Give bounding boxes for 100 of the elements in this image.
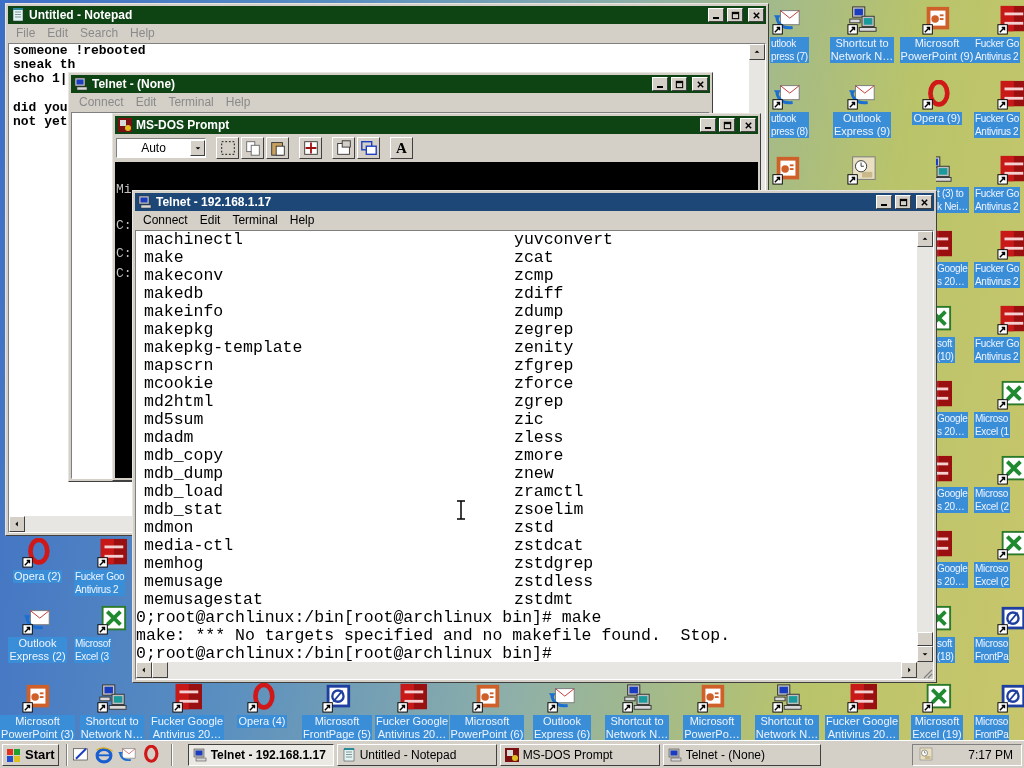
icon-label[interactable]: Shortcut to Network N…: [829, 37, 895, 63]
icon-label[interactable]: Google s 20…: [936, 487, 969, 513]
icon-label[interactable]: Shortcut to Network N…: [79, 715, 145, 741]
computer-icon[interactable]: [73, 76, 89, 92]
icon-label[interactable]: Microso Excel (2: [974, 487, 1010, 513]
spreadsheet-icon[interactable]: [996, 380, 1024, 410]
icon-label[interactable]: utlook press (8): [770, 112, 809, 138]
computers-icon[interactable]: [96, 683, 128, 713]
scroll-down-button[interactable]: [917, 646, 933, 662]
font-button[interactable]: A: [390, 137, 413, 159]
menu-item[interactable]: Help: [283, 212, 321, 229]
striped-tile-icon[interactable]: [396, 683, 428, 713]
title-bar[interactable]: Telnet - 192.168.1.17: [135, 193, 934, 211]
icon-label[interactable]: Microsoft PowerPo…: [683, 715, 741, 741]
icon-label[interactable]: utlook press (7): [770, 37, 809, 63]
taskbar-button[interactable]: MS-DOS Prompt: [499, 743, 660, 766]
striped-tile-icon[interactable]: [996, 305, 1024, 335]
scroll-thumb[interactable]: [152, 662, 168, 678]
icon-label[interactable]: Fucker Go Antivirus 2: [974, 337, 1020, 363]
clock-icon[interactable]: [846, 155, 878, 185]
icon-label[interactable]: Google s 20…: [936, 412, 969, 438]
title-bar[interactable]: MS-DOS Prompt: [115, 116, 758, 134]
icon-label[interactable]: Microso FrontPa: [974, 715, 1010, 741]
minimize-button[interactable]: [652, 77, 668, 91]
icon-label[interactable]: Google s 20…: [936, 262, 969, 288]
striped-tile-icon[interactable]: [171, 683, 203, 713]
menu-item[interactable]: Edit: [193, 212, 227, 229]
striped-tile-icon[interactable]: [846, 683, 878, 713]
striped-tile-icon[interactable]: [996, 230, 1024, 260]
icon-label[interactable]: Microsoft Excel (19): [911, 715, 963, 741]
title-bar[interactable]: Untitled - Notepad: [8, 6, 766, 24]
menu-item[interactable]: Terminal: [226, 212, 284, 229]
icon-label[interactable]: Microso Excel (2: [974, 562, 1010, 588]
icon-label[interactable]: Fucker Google Antivirus 20…: [374, 715, 450, 741]
striped-tile-icon[interactable]: [96, 538, 128, 568]
icon-label[interactable]: Shortcut to Network N…: [604, 715, 670, 741]
close-button[interactable]: [916, 195, 932, 209]
icon-label[interactable]: Microsof Excel (3: [74, 637, 112, 663]
icon-label[interactable]: Outlook Express (9): [832, 112, 892, 138]
scroll-thumb[interactable]: [917, 632, 933, 646]
icon-label[interactable]: Opera (9): [912, 112, 962, 125]
ring-icon[interactable]: [246, 683, 278, 713]
scroll-up-button[interactable]: [917, 231, 933, 247]
striped-tile-icon[interactable]: [996, 155, 1024, 185]
notepad-icon[interactable]: [10, 7, 26, 23]
spreadsheet-icon[interactable]: [921, 683, 953, 713]
spreadsheet-icon[interactable]: [996, 455, 1024, 485]
spreadsheet-icon[interactable]: [996, 530, 1024, 560]
scroll-right-button[interactable]: [901, 662, 917, 678]
icon-label[interactable]: Microsoft PowerPoint (3): [0, 715, 75, 741]
fullscreen-button[interactable]: [299, 137, 322, 159]
telnet-window[interactable]: [132, 190, 937, 683]
icon-label[interactable]: Microsoft PowerPoint (6): [449, 715, 525, 741]
icon-label[interactable]: Fucker Go Antivirus 2: [974, 262, 1020, 288]
terminal-area[interactable]: [136, 231, 917, 662]
icon-label[interactable]: Fucker Go Antivirus 2: [974, 187, 1020, 213]
ring-icon[interactable]: [921, 80, 953, 110]
icon-label[interactable]: Google s 20…: [936, 562, 969, 588]
maximize-button[interactable]: [671, 77, 687, 91]
horizontal-scrollbar[interactable]: [136, 662, 917, 679]
maximize-button[interactable]: [727, 8, 743, 22]
icon-label[interactable]: Opera (2): [12, 570, 63, 583]
scroll-left-button[interactable]: [9, 516, 25, 532]
icon-label[interactable]: Fucker Google Antivirus 20…: [149, 715, 225, 741]
page-icon[interactable]: [321, 683, 353, 713]
computers-icon[interactable]: [771, 683, 803, 713]
close-button[interactable]: [692, 77, 708, 91]
scroll-left-button[interactable]: [136, 662, 152, 678]
striped-tile-icon[interactable]: [996, 5, 1024, 35]
icon-label[interactable]: Fucker Google Antivirus 20…: [824, 715, 900, 741]
properties-button[interactable]: [332, 137, 355, 159]
spreadsheet-icon[interactable]: [96, 605, 128, 635]
close-button[interactable]: [740, 118, 756, 132]
icon-label[interactable]: Opera (4): [237, 715, 287, 728]
icon-label[interactable]: Outlook Express (6): [532, 715, 592, 741]
mark-button[interactable]: [216, 137, 239, 159]
font-size-select[interactable]: Auto: [116, 138, 206, 158]
maximize-button[interactable]: [895, 195, 911, 209]
ring-icon[interactable]: [21, 538, 53, 568]
browser-icon[interactable]: [93, 744, 114, 765]
dos-icon[interactable]: [117, 117, 133, 133]
menu-item[interactable]: Connect: [137, 212, 194, 229]
icon-label[interactable]: Outlook Express (2): [8, 637, 67, 663]
minimize-button[interactable]: [700, 118, 716, 132]
icon-label[interactable]: t (3) to k Nei…: [936, 187, 969, 213]
minimize-button[interactable]: [708, 8, 724, 22]
maximize-button[interactable]: [719, 118, 735, 132]
taskbar-button[interactable]: Telnet - 192.168.1.17: [187, 743, 334, 766]
icon-label[interactable]: Microsoft PowerPoint (9): [899, 37, 975, 63]
computers-icon[interactable]: [846, 5, 878, 35]
minimize-button[interactable]: [876, 195, 892, 209]
striped-tile-icon[interactable]: [996, 80, 1024, 110]
icon-label[interactable]: Fucker Goo Antivirus 2: [74, 570, 126, 596]
icon-label[interactable]: Fucker Go Antivirus 2: [974, 37, 1020, 63]
taskbar-button[interactable]: Untitled - Notepad: [336, 743, 497, 766]
close-button[interactable]: [748, 8, 764, 22]
icon-label[interactable]: Microso Excel (1: [974, 412, 1010, 438]
computer-icon[interactable]: [137, 194, 153, 210]
start-button[interactable]: Start: [2, 743, 59, 766]
paste-button[interactable]: [266, 137, 289, 159]
